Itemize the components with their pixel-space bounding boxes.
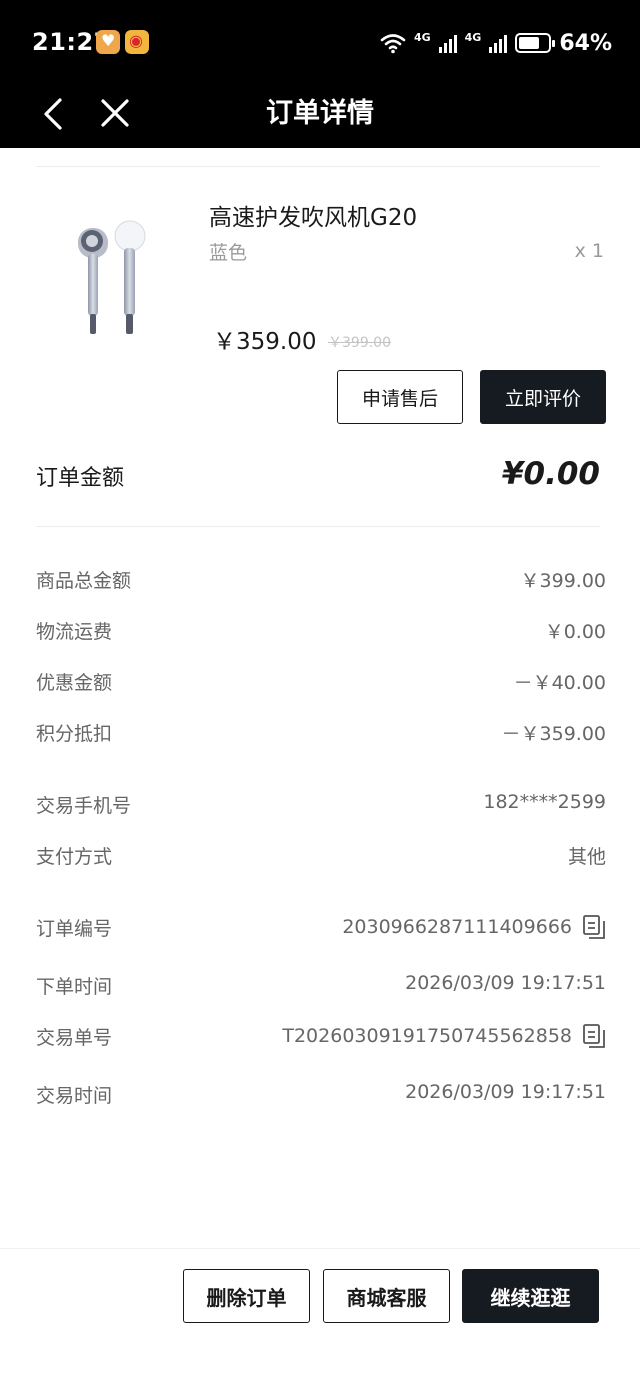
product-quantity: x 1 bbox=[574, 240, 604, 262]
divider bbox=[36, 526, 600, 527]
row-label: 优惠金额 bbox=[36, 672, 113, 694]
summary-row: 积分抵扣 －￥359.00 bbox=[36, 719, 606, 749]
row-label: 交易单号 bbox=[36, 1027, 113, 1049]
order-info-row: 交易单号 T2026030919175074556285​8 bbox=[36, 1023, 606, 1053]
transaction-number: T2026030919175074556285​8 bbox=[282, 1025, 572, 1047]
product-price: ￥359.00 bbox=[213, 329, 317, 355]
status-bar: 21:27 4G 4G 64% bbox=[0, 0, 640, 82]
order-total-label: 订单金额 bbox=[36, 466, 125, 491]
copy-icon[interactable] bbox=[582, 1023, 606, 1049]
row-value-wrap: 2030966287111409666 bbox=[342, 914, 606, 940]
battery-icon bbox=[515, 33, 556, 53]
row-label: 交易时间 bbox=[36, 1085, 113, 1107]
network-type-2: 4G bbox=[464, 30, 482, 44]
battery-level: 64% bbox=[559, 30, 612, 56]
order-total-value: ¥0.00 bbox=[501, 456, 600, 492]
app-notification-icon bbox=[96, 30, 120, 54]
page-title: 订单详情 bbox=[266, 98, 374, 129]
network-type-1: 4G bbox=[413, 30, 431, 44]
weibo-notification-icon bbox=[125, 30, 149, 54]
payment-row: 交易手机号 182****2599 bbox=[36, 791, 606, 821]
payment-row: 支付方式 其他 bbox=[36, 842, 606, 872]
row-label: 下单时间 bbox=[36, 976, 113, 998]
row-value: ￥0.00 bbox=[544, 621, 606, 643]
bottom-action-bar: 删除订单 商城客服 继续逛逛 bbox=[0, 1248, 640, 1400]
row-value: 其他 bbox=[567, 846, 606, 868]
product-name[interactable]: 高速护发吹风机G20 bbox=[209, 198, 417, 232]
row-value: －￥40.00 bbox=[513, 672, 606, 694]
nav-header: 订单详情 bbox=[0, 82, 640, 148]
delete-order-button[interactable]: 删除订单 bbox=[183, 1269, 310, 1323]
row-label: 支付方式 bbox=[36, 846, 113, 868]
copy-icon[interactable] bbox=[582, 914, 606, 940]
row-value: 182****2599 bbox=[483, 791, 606, 813]
row-value: 2026/03/09 19:17:51 bbox=[405, 972, 606, 994]
order-info-row: 订单编号 2030966287111409666 bbox=[36, 914, 606, 944]
summary-row: 优惠金额 －￥40.00 bbox=[36, 668, 606, 698]
row-label: 物流运费 bbox=[36, 621, 113, 643]
status-indicators: 4G 4G 64% bbox=[380, 26, 612, 60]
after-sale-button[interactable]: 申请售后 bbox=[337, 370, 463, 424]
order-info-row: 下单时间 2026/03/09 19:17:51 bbox=[36, 972, 606, 1002]
continue-shopping-button[interactable]: 继续逛逛 bbox=[462, 1269, 599, 1323]
divider bbox=[36, 166, 600, 167]
product-image[interactable] bbox=[40, 196, 180, 346]
row-value: －￥359.00 bbox=[501, 723, 606, 745]
wifi-icon bbox=[380, 34, 406, 54]
signal-icon-2 bbox=[489, 33, 508, 53]
summary-row: 商品总金额 ￥399.00 bbox=[36, 566, 606, 596]
row-label: 积分抵扣 bbox=[36, 723, 113, 745]
signal-icon bbox=[438, 33, 457, 53]
row-value-wrap: T2026030919175074556285​8 bbox=[282, 1023, 606, 1049]
row-label: 商品总金额 bbox=[36, 570, 132, 592]
row-value: ￥399.00 bbox=[520, 570, 606, 592]
row-label: 订单编号 bbox=[36, 918, 113, 940]
review-button[interactable]: 立即评价 bbox=[480, 370, 606, 424]
customer-service-button[interactable]: 商城客服 bbox=[323, 1269, 450, 1323]
row-label: 交易手机号 bbox=[36, 795, 132, 817]
product-original-price: ￥399.00 bbox=[328, 335, 391, 351]
product-variant: 蓝色 bbox=[209, 242, 248, 264]
row-value: 2026/03/09 19:17:51 bbox=[405, 1081, 606, 1103]
summary-row: 物流运费 ￥0.00 bbox=[36, 617, 606, 647]
order-info-row: 交易时间 2026/03/09 19:17:51 bbox=[36, 1081, 606, 1111]
order-number: 2030966287111409666 bbox=[342, 916, 572, 938]
